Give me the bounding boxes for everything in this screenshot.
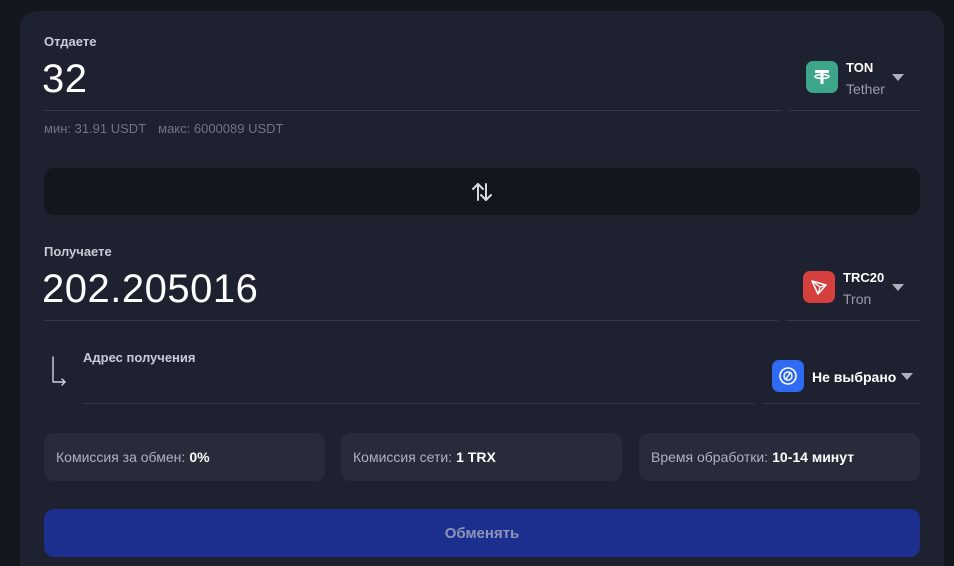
wallet-underline <box>764 403 920 404</box>
tether-icon <box>806 61 838 93</box>
exchange-card: Отдаете 32 TON Tether мин: 31.91 USDT мак… <box>20 11 944 566</box>
chevron-down-icon <box>892 284 904 291</box>
chevron-down-icon <box>892 74 904 81</box>
fee-value: 0% <box>189 449 210 465</box>
wallet-select[interactable]: Не выбрано <box>764 357 920 403</box>
give-amount-underline <box>44 110 782 111</box>
corner-arrow-icon <box>50 355 68 392</box>
give-limits: мин: 31.91 USDT макс: 6000089 USDT <box>44 121 283 136</box>
swap-button[interactable] <box>44 168 920 215</box>
give-coin-select[interactable]: TON Tether <box>790 51 920 111</box>
exchange-button[interactable]: Обменять <box>44 509 920 557</box>
receive-coin-network: TRC20 <box>843 270 885 285</box>
give-coin-network: TON <box>846 60 874 75</box>
processing-time-label: Время обработки: <box>651 449 769 465</box>
receive-amount-underline <box>44 320 778 321</box>
receive-coin-underline <box>786 320 920 321</box>
chevron-down-icon <box>901 373 913 380</box>
address-input[interactable] <box>83 371 755 401</box>
give-amount-input[interactable]: 32 <box>42 57 88 102</box>
min-limit: мин: 31.91 USDT <box>44 121 147 136</box>
give-coin-name: Tether <box>846 81 885 97</box>
receive-coin-select[interactable]: TRC20 Tron <box>786 261 920 321</box>
receive-amount-input[interactable]: 202.205016 <box>42 267 258 312</box>
network-fee-value: 1 TRX <box>456 449 496 465</box>
network-fee-info: Комиссия сети: 1 TRX <box>341 433 622 481</box>
network-fee-label: Комиссия сети: <box>353 449 453 465</box>
fee-label: Комиссия за обмен: <box>56 449 186 465</box>
address-underline <box>83 403 755 404</box>
give-label: Отдаете <box>44 34 97 49</box>
address-label: Адрес получения <box>83 350 196 365</box>
processing-time-value: 10-14 минут <box>772 449 855 465</box>
max-limit: макс: 6000089 USDT <box>158 121 284 136</box>
swap-arrows-icon <box>472 182 492 201</box>
fee-info: Комиссия за обмен: 0% <box>44 433 325 481</box>
tron-icon <box>803 271 835 303</box>
processing-time-info: Время обработки: 10-14 минут <box>639 433 920 481</box>
receive-label: Получаете <box>44 244 112 259</box>
give-coin-underline <box>790 110 920 111</box>
wallet-icon <box>772 360 804 392</box>
wallet-select-label: Не выбрано <box>812 369 897 385</box>
receive-coin-name: Tron <box>843 291 872 307</box>
